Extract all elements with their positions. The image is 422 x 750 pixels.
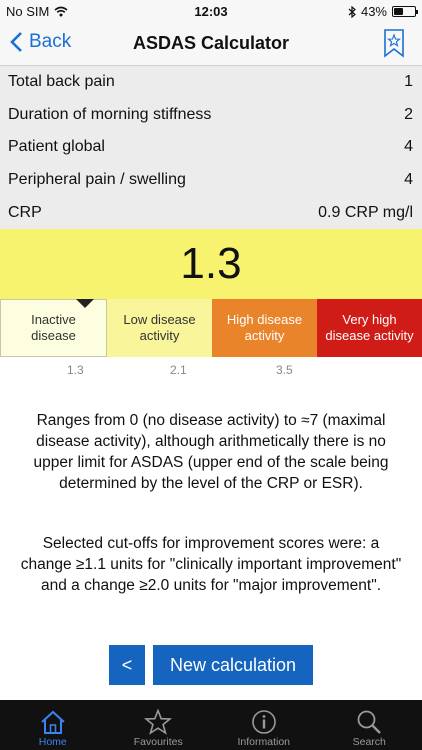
tab-bar: Home Favourites Information Search [0, 700, 422, 750]
bookmark-star-icon[interactable] [382, 28, 406, 58]
input-label: Total back pain [8, 73, 115, 91]
cutoff-label: 3.5 [276, 363, 293, 377]
tab-label: Home [38, 736, 67, 748]
battery-level [394, 8, 404, 15]
input-label: Peripheral pain / swelling [8, 171, 186, 189]
home-icon [41, 710, 65, 734]
input-list: Total back pain 1 Duration of morning st… [0, 66, 422, 229]
tab-label: Search [352, 736, 386, 748]
bluetooth-icon [348, 5, 356, 18]
action-buttons: < New calculation [109, 645, 313, 685]
input-row-peripheral-pain[interactable]: Peripheral pain / swelling 4 [0, 164, 422, 197]
page-title: ASDAS Calculator [132, 33, 290, 53]
disease-activity-scale: Inactive disease Low disease activity Hi… [0, 299, 422, 357]
battery-percent: 43% [360, 4, 387, 19]
input-value: 4 [404, 138, 413, 156]
nav-bar: Back ASDAS Calculator [0, 22, 422, 66]
input-label: CRP [8, 203, 42, 221]
tab-search[interactable]: Search [317, 700, 422, 750]
new-calculation-button[interactable]: New calculation [153, 645, 313, 685]
scale-very-high: Very high disease activity [317, 299, 422, 357]
star-icon [144, 709, 173, 735]
input-value: 2 [404, 105, 413, 123]
tab-label: Favourites [133, 736, 183, 748]
info-icon [251, 710, 276, 734]
input-row-back-pain[interactable]: Total back pain 1 [0, 66, 422, 99]
tab-label: Information [237, 736, 291, 748]
battery-icon [392, 6, 418, 17]
input-row-morning-stiffness[interactable]: Duration of morning stiffness 2 [0, 99, 422, 132]
scale-low: Low disease activity [107, 299, 212, 357]
scale-high: High disease activity [212, 299, 317, 357]
description-range: Ranges from 0 (no disease activity) to ≈… [33, 412, 389, 492]
tab-favourites[interactable]: Favourites [106, 700, 212, 750]
search-icon [357, 710, 382, 734]
cutoff-label: 2.1 [170, 363, 187, 377]
tab-information[interactable]: Information [211, 700, 317, 750]
input-row-crp[interactable]: CRP 0.9 CRP mg/l [0, 196, 422, 229]
input-label: Duration of morning stiffness [8, 105, 212, 123]
status-bar: No SIM 12:03 43% [0, 0, 422, 22]
input-row-patient-global[interactable]: Patient global 4 [0, 131, 422, 164]
input-value: 1 [404, 73, 413, 91]
scale-pointer-icon [76, 299, 94, 308]
cutoff-label: 1.3 [67, 363, 84, 377]
tab-home[interactable]: Home [0, 700, 106, 750]
input-label: Patient global [8, 138, 105, 156]
previous-button[interactable]: < [109, 645, 145, 685]
input-value: 4 [404, 171, 413, 189]
result-score: 1.3 [0, 229, 422, 299]
description-cutoffs: Selected cut-offs for improvement scores… [20, 535, 402, 594]
input-value: 0.9 CRP mg/l [318, 203, 413, 221]
